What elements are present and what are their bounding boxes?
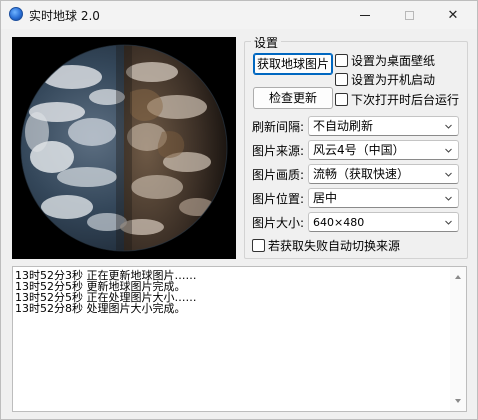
image-size-value: 640×480 (313, 216, 365, 229)
refresh-interval-select[interactable]: 不自动刷新 (308, 116, 459, 136)
auto-switch-source-checkbox[interactable]: 若获取失败自动切换来源 (252, 237, 400, 253)
checkbox-box[interactable] (252, 238, 265, 252)
image-position-label: 图片位置: (252, 192, 305, 206)
fetch-earth-image-button[interactable]: 获取地球图片 (253, 53, 333, 75)
chevron-down-icon (445, 148, 452, 153)
image-source-value: 风云4号（中国） (313, 143, 405, 157)
chevron-down-icon (445, 124, 452, 129)
checkbox-label: 设置为桌面壁纸 (351, 53, 436, 68)
image-size-label: 图片大小: (252, 216, 305, 230)
chevron-down-icon (445, 196, 452, 201)
chevron-up-icon[interactable] (454, 273, 462, 281)
window-title: 实时地球 2.0 (29, 9, 100, 23)
title-bar[interactable]: 实时地球 2.0 ✕ (1, 1, 477, 29)
image-quality-select[interactable]: 流畅（获取快速） (308, 164, 459, 184)
checkbox-box[interactable] (335, 53, 348, 67)
checkbox-box[interactable] (335, 72, 348, 86)
image-quality-value: 流畅（获取快速） (313, 167, 410, 181)
minimize-button[interactable] (343, 1, 387, 29)
maximize-icon (404, 10, 414, 20)
close-button[interactable]: ✕ (431, 1, 475, 29)
image-quality-label: 图片画质: (252, 168, 305, 182)
image-size-select[interactable]: 640×480 (308, 212, 459, 232)
image-position-select[interactable]: 居中 (308, 188, 459, 208)
checkbox-box[interactable] (335, 92, 348, 106)
chevron-down-icon (445, 220, 452, 225)
log-lines: 13时52分3秒 正在更新地球图片…… 13时52分5秒 更新地球图片完成。 1… (15, 270, 445, 314)
chevron-down-icon[interactable] (454, 397, 462, 405)
checkbox-label: 设置为开机启动 (351, 72, 436, 87)
earth-image-panel (12, 37, 236, 259)
log-line: 13时52分8秒 处理图片大小完成。 (15, 302, 186, 315)
image-source-select[interactable]: 风云4号（中国） (308, 140, 459, 160)
globe-icon (9, 7, 23, 21)
maximize-button (387, 1, 431, 29)
minimize-icon (360, 14, 370, 16)
refresh-interval-label: 刷新间隔: (252, 120, 305, 134)
refresh-interval-value: 不自动刷新 (313, 119, 374, 133)
set-wallpaper-checkbox[interactable]: 设置为桌面壁纸 (335, 52, 435, 68)
earth-image (12, 37, 236, 259)
startup-checkbox[interactable]: 设置为开机启动 (335, 71, 435, 87)
checkbox-label: 若获取失败自动切换来源 (268, 238, 401, 253)
chevron-down-icon (445, 172, 452, 177)
check-update-button[interactable]: 检查更新 (253, 87, 333, 109)
checkbox-label: 下次打开时后台运行 (351, 92, 460, 107)
settings-group-title: 设置 (251, 34, 282, 51)
image-position-value: 居中 (313, 191, 338, 205)
app-window: 实时地球 2.0 ✕ 设置 获取地球图片 检查更新 设置为桌面壁纸 设置为开机启… (0, 0, 478, 420)
log-textarea[interactable]: 13时52分3秒 正在更新地球图片…… 13时52分5秒 更新地球图片完成。 1… (12, 266, 467, 412)
vertical-scrollbar[interactable] (450, 267, 466, 411)
background-run-checkbox[interactable]: 下次打开时后台运行 (335, 91, 459, 107)
close-icon: ✕ (447, 7, 459, 23)
image-source-label: 图片来源: (252, 144, 305, 158)
